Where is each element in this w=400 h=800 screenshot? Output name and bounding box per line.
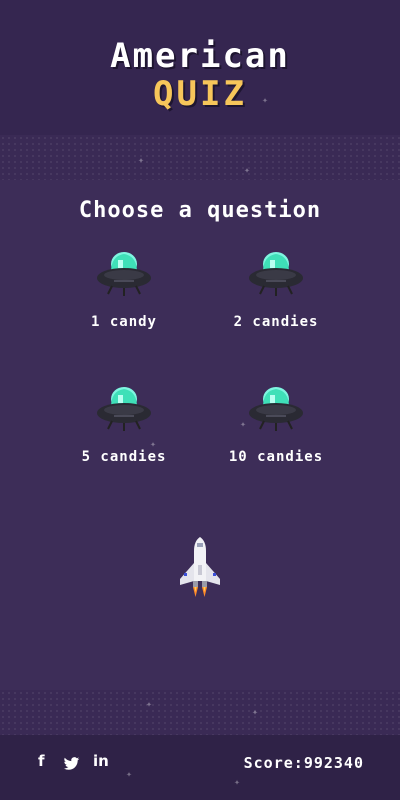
question-prompt: Choose a question (78, 198, 322, 223)
star-icon: ✦ (244, 165, 251, 176)
score-label: Score: (243, 754, 304, 772)
twitter-icon[interactable] (63, 754, 80, 774)
ufo-icon (97, 252, 151, 296)
footer-dither-band (0, 690, 400, 735)
ufo-icon (97, 387, 151, 431)
space-shuttle-icon (180, 537, 220, 597)
option-label: 1 candy (90, 314, 157, 330)
star-icon: ✦ (234, 777, 241, 788)
game-subtitle: QUIZ (153, 74, 247, 114)
score-value: 992340 (303, 754, 364, 772)
game-screen: ✦ ✦ ✦ ✦ ✦ ✦ ✦ ✦ ✦ American QUIZ Choose a… (0, 0, 400, 800)
facebook-icon[interactable]: f (38, 752, 45, 772)
ufo-icon (249, 252, 303, 296)
option-label: 5 candies (81, 449, 167, 465)
option-label: 2 candies (233, 314, 319, 330)
option-5-candies[interactable]: 5 candies (54, 385, 194, 485)
star-icon: ✦ (146, 699, 153, 710)
ufo-icon (249, 387, 303, 431)
option-2-candies[interactable]: 2 candies (206, 250, 346, 350)
option-1-candy[interactable]: 1 candy (54, 250, 194, 350)
star-icon: ✦ (252, 707, 259, 718)
star-icon: ✦ (126, 769, 133, 780)
linkedin-icon[interactable]: in (93, 752, 109, 772)
game-title: American (110, 36, 290, 76)
header-dither-band (0, 135, 400, 180)
score-display: Score:992340 (244, 754, 364, 772)
option-10-candies[interactable]: 10 candies (206, 385, 346, 485)
option-label: 10 candies (228, 449, 324, 465)
star-icon: ✦ (138, 155, 145, 166)
